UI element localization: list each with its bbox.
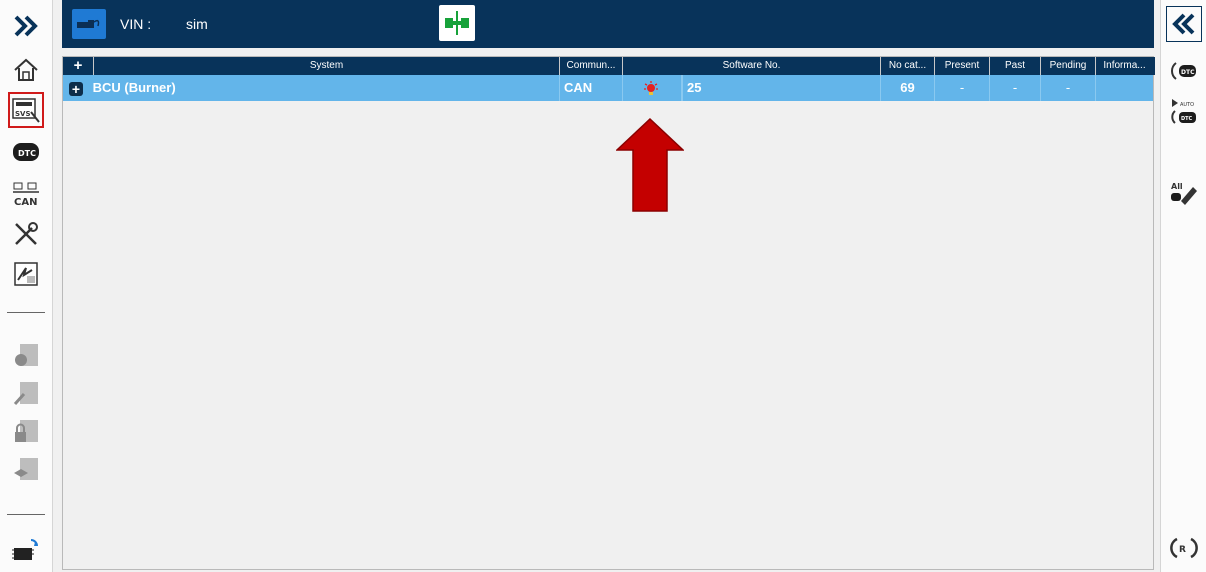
toolbar-divider bbox=[7, 514, 45, 515]
refresh-icon: R bbox=[1170, 537, 1198, 559]
present-cell: - bbox=[934, 75, 989, 101]
svg-text:All: All bbox=[1171, 182, 1183, 191]
column-header-system[interactable]: System bbox=[93, 57, 559, 75]
ecu-lock-button[interactable] bbox=[8, 414, 44, 450]
wrench-screwdriver-icon bbox=[15, 222, 38, 245]
warning-lamp-icon bbox=[644, 81, 658, 95]
software-no-cell: 25 bbox=[682, 75, 880, 101]
column-header-information[interactable]: Informa... bbox=[1095, 57, 1153, 75]
past-cell: - bbox=[989, 75, 1040, 101]
expand-all-button[interactable]: + bbox=[63, 57, 93, 75]
home-icon bbox=[14, 58, 38, 81]
ecu-learn-icon bbox=[14, 458, 38, 480]
table-row[interactable]: + BCU (Burner) CAN 25 69 - - - bbox=[63, 75, 1153, 101]
right-toolbar: DTC AUTO DTC All R bbox=[1160, 0, 1206, 572]
vin-value: sim bbox=[186, 16, 208, 32]
no-cat-cell: 69 bbox=[880, 75, 934, 101]
truck-icon bbox=[77, 19, 100, 28]
connection-status-button[interactable] bbox=[439, 5, 475, 41]
column-header-communication[interactable]: Commun... bbox=[559, 57, 622, 75]
status-cell bbox=[622, 75, 682, 101]
collapse-button[interactable] bbox=[1166, 6, 1202, 42]
home-button[interactable] bbox=[8, 52, 44, 88]
system-cell: + BCU (Burner) bbox=[63, 75, 559, 101]
svs-icon: SVS bbox=[12, 98, 40, 123]
can-button[interactable]: CAN bbox=[8, 176, 44, 212]
ecu-edit-button[interactable] bbox=[8, 376, 44, 412]
reset-button[interactable]: R bbox=[1166, 530, 1202, 566]
ecu-lock-icon bbox=[15, 420, 38, 442]
ecu-learn-button[interactable] bbox=[8, 452, 44, 488]
ecu-settings-button[interactable] bbox=[8, 338, 44, 374]
left-toolbar: SVS DTC CAN bbox=[0, 0, 53, 572]
expand-button[interactable] bbox=[8, 8, 44, 44]
svg-text:CAN: CAN bbox=[14, 197, 37, 208]
tools-button[interactable] bbox=[8, 216, 44, 252]
toolbar-divider bbox=[7, 312, 45, 313]
svg-text:AUTO: AUTO bbox=[1180, 102, 1194, 108]
column-header-pending[interactable]: Pending bbox=[1040, 57, 1095, 75]
svg-text:R: R bbox=[1179, 545, 1186, 555]
information-cell bbox=[1095, 75, 1153, 101]
auto-dtc-icon: AUTO DTC bbox=[1171, 99, 1196, 124]
ecu-settings-icon bbox=[15, 344, 38, 366]
svs-button[interactable]: SVS bbox=[8, 92, 44, 128]
red-arrow-annotation bbox=[616, 118, 684, 212]
ecu-update-button[interactable] bbox=[8, 532, 44, 568]
double-chevron-left-icon bbox=[1172, 13, 1195, 35]
column-header-software-no[interactable]: Software No. bbox=[622, 57, 880, 75]
system-name: BCU (Burner) bbox=[92, 80, 176, 95]
double-chevron-right-icon bbox=[14, 15, 38, 37]
communication-cell: CAN bbox=[559, 75, 622, 101]
svg-text:SVS: SVS bbox=[15, 110, 31, 118]
vehicle-header: VIN : sim bbox=[62, 0, 1154, 48]
column-header-no-cat[interactable]: No cat... bbox=[880, 57, 934, 75]
vehicle-button[interactable] bbox=[72, 9, 106, 39]
column-header-past[interactable]: Past bbox=[989, 57, 1040, 75]
expand-row-icon[interactable]: + bbox=[69, 81, 83, 96]
clear-all-button[interactable]: All bbox=[1166, 174, 1202, 210]
column-header-present[interactable]: Present bbox=[934, 57, 989, 75]
svg-text:DTC: DTC bbox=[1181, 69, 1195, 76]
read-dtc-icon: DTC bbox=[1171, 62, 1196, 80]
svg-text:DTC: DTC bbox=[18, 149, 36, 158]
pending-cell: - bbox=[1040, 75, 1095, 101]
vin-label: VIN : bbox=[120, 16, 152, 32]
auto-dtc-button[interactable]: AUTO DTC bbox=[1166, 92, 1202, 128]
read-dtc-button[interactable]: DTC bbox=[1166, 52, 1202, 88]
clear-all-icon: All bbox=[1171, 182, 1197, 205]
flash-ecu-icon bbox=[14, 262, 38, 286]
can-icon: CAN bbox=[13, 182, 39, 208]
svg-text:DTC: DTC bbox=[1181, 116, 1193, 122]
dtc-button[interactable]: DTC bbox=[8, 134, 44, 170]
flash-button[interactable] bbox=[8, 256, 44, 292]
dtc-icon: DTC bbox=[13, 143, 39, 161]
systems-table: + System Commun... Software No. No cat..… bbox=[62, 56, 1155, 570]
connection-plug-icon bbox=[445, 11, 469, 35]
table-header: + System Commun... Software No. No cat..… bbox=[63, 57, 1155, 75]
ecu-edit-icon bbox=[13, 382, 38, 406]
ecu-update-icon bbox=[12, 539, 38, 560]
